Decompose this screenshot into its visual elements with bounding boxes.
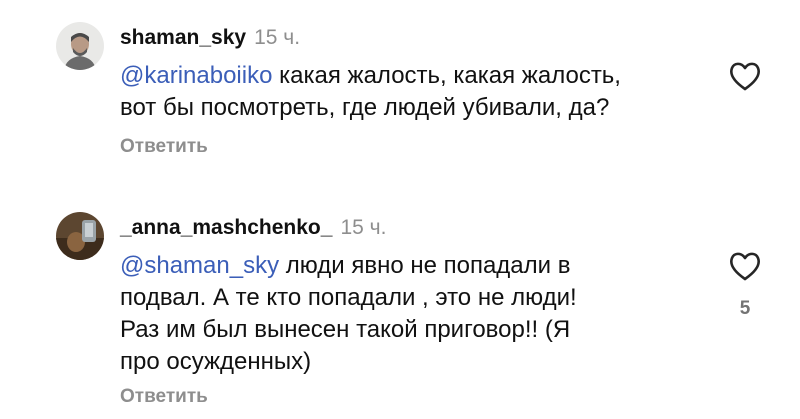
heart-outline-icon: [730, 62, 760, 91]
comment-line-1: @karinaboiiko какая жалость, какая жалос…: [120, 60, 700, 92]
comment-line-2: вот бы посмотреть, где людей убивали, да…: [120, 94, 610, 121]
mention-link[interactable]: @karinaboiiko: [120, 62, 272, 89]
comment-line-2: подвал. А те кто попадали , это не люди!: [120, 284, 577, 311]
avatar-photo-icon: [56, 212, 104, 260]
reply-button[interactable]: Ответить: [120, 136, 208, 158]
comment-text: @shaman_sky люди явно не попадали в подв…: [120, 250, 700, 378]
comment-line-1: @shaman_sky люди явно не попадали в: [120, 250, 700, 282]
like-button[interactable]: [728, 61, 762, 91]
comment-line-3: Раз им был вынесен такой приговор!! (Я: [120, 316, 571, 343]
timestamp[interactable]: 15 ч.: [340, 216, 386, 239]
comment-text-part: какая жалость, какая жалость,: [272, 62, 621, 89]
comment-header: shaman_sky 15 ч.: [120, 26, 300, 50]
username[interactable]: shaman_sky: [120, 26, 246, 49]
comment-text-part: люди явно не попадали в: [279, 252, 571, 279]
username[interactable]: _anna_mashchenko_: [120, 216, 332, 239]
mention-link[interactable]: @shaman_sky: [120, 252, 279, 279]
comment-2: _anna_mashchenko_ 15 ч. @shaman_sky люди …: [0, 200, 800, 419]
comment-line-4: про осужденных): [120, 348, 312, 375]
reply-button[interactable]: Ответить: [120, 386, 208, 408]
heart-outline-icon: [730, 252, 760, 281]
comment-header: _anna_mashchenko_ 15 ч.: [120, 216, 386, 240]
like-button[interactable]: [728, 251, 762, 281]
avatar[interactable]: [56, 22, 104, 70]
comment-1: shaman_sky 15 ч. @karinaboiiko какая жало…: [0, 0, 800, 180]
avatar[interactable]: [56, 212, 104, 260]
timestamp[interactable]: 15 ч.: [254, 26, 300, 49]
avatar-photo-icon: [56, 22, 104, 70]
like-count[interactable]: 5: [738, 298, 752, 320]
comment-text: @karinaboiiko какая жалость, какая жалос…: [120, 60, 700, 124]
